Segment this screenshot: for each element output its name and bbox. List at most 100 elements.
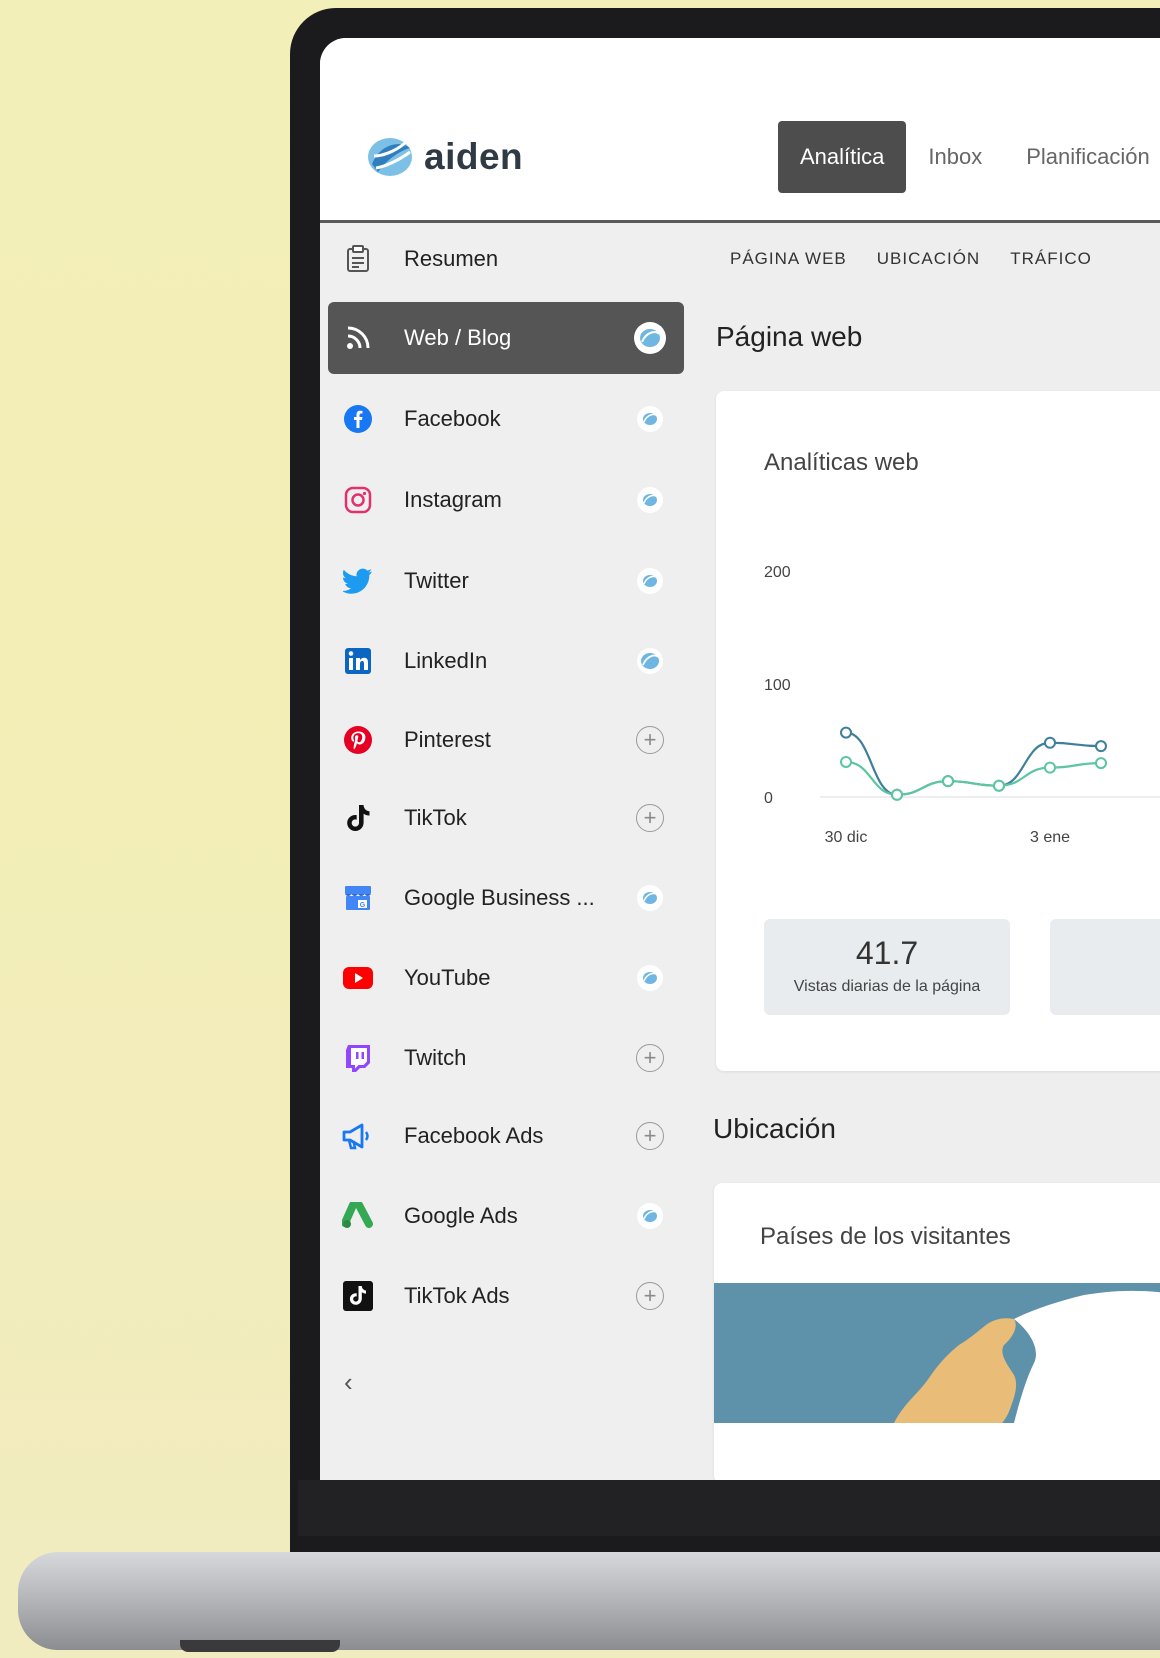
connected-badge-icon — [634, 322, 666, 354]
sidebar-item-label: TikTok Ads — [404, 1283, 510, 1308]
x-tick-label: 3 ene — [1030, 829, 1070, 846]
sidebar-item-instagram[interactable]: Instagram — [328, 464, 684, 536]
y-tick-label: 100 — [764, 677, 791, 694]
card-title: Analíticas web — [764, 449, 919, 476]
sidebar-item-twitter[interactable]: Twitter — [328, 545, 684, 617]
sidebar-item-label: Twitch — [404, 1045, 467, 1070]
tiktok-ads-icon — [342, 1280, 374, 1312]
instagram-icon — [342, 484, 374, 516]
svg-text:G: G — [360, 902, 366, 909]
pinterest-icon — [342, 724, 374, 756]
sidebar-item-label: Twitter — [404, 568, 469, 593]
web-analytics-chart: 200 100 0 30 dic 3 ene — [764, 564, 1160, 846]
rss-icon — [342, 322, 374, 354]
twitch-icon — [342, 1042, 374, 1074]
sidebar-item-label: Pinterest — [404, 727, 491, 752]
data-point[interactable] — [993, 779, 1005, 792]
sidebar-item-pinterest[interactable]: Pinterest + — [328, 704, 684, 776]
aiden-logo-icon — [368, 138, 412, 176]
linkedin-icon — [342, 645, 374, 677]
data-point[interactable] — [891, 788, 903, 801]
subtabs: PÁGINA WEB UBICACIÓN TRÁFICO — [730, 249, 1092, 269]
connected-badge-icon — [634, 962, 666, 994]
y-tick-label: 200 — [764, 564, 791, 581]
subtab-trafico[interactable]: TRÁFICO — [1010, 249, 1092, 269]
sidebar-item-label: Google Business ... — [404, 885, 595, 910]
sidebar-item-tiktok-ads[interactable]: TikTok Ads + — [328, 1260, 684, 1332]
data-point[interactable] — [1095, 740, 1107, 753]
laptop-bottom-bezel — [298, 1480, 1160, 1536]
metric-value: 41.7 — [855, 935, 919, 971]
section-title-web: Página web — [716, 321, 863, 352]
sidebar-item-twitch[interactable]: Twitch + — [328, 1022, 684, 1094]
visitor-countries-card: Países de los visitantes — [714, 1183, 1160, 1480]
sidebar-item-label: Google Ads — [404, 1203, 518, 1228]
world-map[interactable] — [714, 1283, 1160, 1423]
logo[interactable]: aiden — [366, 134, 523, 180]
sidebar-item-label: Resumen — [404, 246, 499, 271]
add-circle-icon[interactable]: + — [634, 1280, 666, 1312]
tiktok-icon — [342, 802, 374, 834]
card-title: Países de los visitantes — [760, 1223, 1011, 1250]
map-landmass-icon — [894, 1290, 1160, 1423]
connected-badge-icon — [634, 565, 666, 597]
sidebar-item-tiktok[interactable]: TikTok + — [328, 782, 684, 854]
tab-planificacion[interactable]: Planificación — [1004, 121, 1160, 193]
sidebar-item-web-blog[interactable]: Web / Blog — [328, 302, 684, 374]
facebook-icon — [342, 403, 374, 435]
main-nav: Analítica Inbox Planificación — [778, 121, 1160, 193]
tab-inbox[interactable]: Inbox — [906, 121, 1004, 193]
twitter-icon — [342, 565, 374, 597]
subtab-pagina-web[interactable]: PÁGINA WEB — [730, 249, 847, 269]
x-tick-label: 30 dic — [825, 829, 868, 846]
data-point[interactable] — [1044, 736, 1056, 749]
metric-daily-views: 41.7 Vistas diarias de la página — [764, 919, 1010, 1015]
subtab-ubicacion[interactable]: UBICACIÓN — [877, 249, 980, 269]
add-circle-icon[interactable]: + — [634, 1042, 666, 1074]
sidebar-item-facebook[interactable]: Facebook — [328, 383, 684, 455]
web-analytics-card: Analíticas web 200 100 0 30 dic 3 ene 41.7 V… — [716, 391, 1160, 1071]
logo-text: aiden — [424, 136, 524, 177]
connected-badge-icon — [634, 403, 666, 435]
sidebar-item-youtube[interactable]: YouTube — [328, 942, 684, 1014]
sidebar-item-label: Web / Blog — [404, 325, 512, 350]
sidebar-item-google-ads[interactable]: Google Ads — [328, 1180, 684, 1252]
main-content: PÁGINA WEB UBICACIÓN TRÁFICO Página web … — [708, 223, 1160, 1480]
top-bar: aiden Analítica Inbox Planificación — [320, 38, 1160, 223]
connected-badge-icon — [634, 1200, 666, 1232]
data-point[interactable] — [942, 775, 954, 788]
laptop-base — [18, 1552, 1160, 1650]
sidebar-item-label: YouTube — [404, 965, 491, 990]
youtube-icon — [342, 962, 374, 994]
clipboard-icon — [342, 243, 374, 275]
sidebar-item-google-business[interactable]: G Google Business ... — [328, 862, 684, 934]
collapse-sidebar-icon[interactable]: ‹ — [344, 1367, 353, 1398]
series-line-2 — [845, 760, 1102, 796]
section-title-location: Ubicación — [713, 1113, 836, 1144]
sidebar-item-linkedin[interactable]: LinkedIn — [328, 625, 684, 697]
sidebar-item-facebook-ads[interactable]: Facebook Ads + — [328, 1100, 684, 1172]
connected-badge-icon — [634, 645, 666, 677]
google-business-icon: G — [342, 882, 374, 914]
connected-badge-icon — [634, 882, 666, 914]
connected-badge-icon — [634, 484, 666, 516]
sidebar-item-label: Facebook — [404, 406, 501, 431]
sidebar-item-label: LinkedIn — [404, 648, 488, 673]
y-tick-label: 0 — [764, 790, 773, 807]
series-line-1 — [845, 731, 1102, 796]
tab-analitica[interactable]: Analítica — [778, 121, 907, 193]
sidebar-item-resumen[interactable]: Resumen — [328, 223, 684, 295]
megaphone-icon — [342, 1120, 374, 1152]
add-circle-icon[interactable]: + — [634, 802, 666, 834]
sidebar-item-label: Instagram — [404, 487, 502, 512]
google-ads-icon — [342, 1200, 374, 1232]
data-point[interactable] — [840, 726, 852, 739]
data-point[interactable] — [840, 755, 852, 768]
data-point[interactable] — [1044, 761, 1056, 774]
sidebar: Resumen Web / Blog Facebook Instagram Tw… — [320, 223, 700, 1480]
sidebar-item-label: TikTok — [404, 805, 467, 830]
add-circle-icon[interactable]: + — [634, 1120, 666, 1152]
data-point[interactable] — [1095, 757, 1107, 770]
app-screen: aiden Analítica Inbox Planificación Resu… — [320, 38, 1160, 1480]
add-circle-icon[interactable]: + — [634, 724, 666, 756]
